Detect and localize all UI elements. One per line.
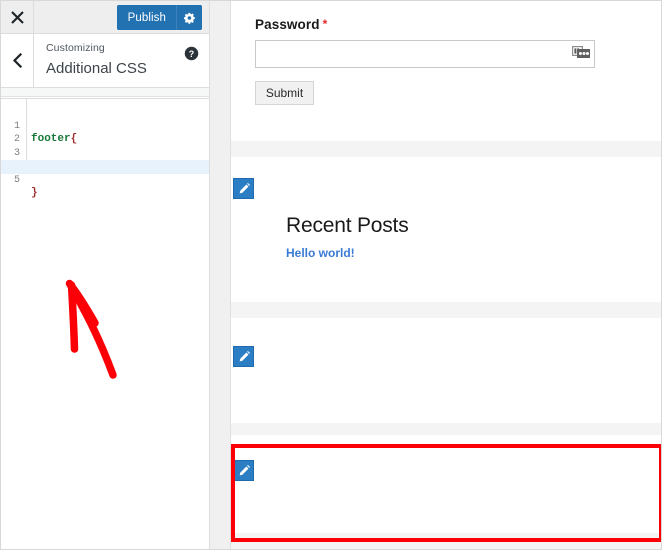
back-button[interactable]: [1, 34, 34, 87]
password-form-section: Password* Submit: [231, 1, 661, 141]
additional-css-editor[interactable]: 1 footer{ 2 3 display:none; 4 5: [1, 98, 209, 550]
preview-gutter: [210, 1, 231, 549]
panel-title-group: Customizing Additional CSS: [46, 42, 147, 79]
edit-widget-button[interactable]: [233, 460, 254, 481]
gear-icon: [184, 12, 196, 24]
publish-button[interactable]: Publish: [117, 5, 176, 30]
password-field[interactable]: [256, 41, 594, 67]
section-spacer: [231, 423, 661, 435]
customizer-topbar: Publish: [1, 1, 209, 34]
line-number: 5: [1, 174, 20, 188]
panel-eyebrow: Customizing: [46, 42, 147, 55]
code-line[interactable]: 2: [1, 120, 209, 134]
close-customizer-button[interactable]: [1, 1, 34, 33]
pencil-icon: [238, 183, 250, 195]
code-area[interactable]: 1 footer{ 2 3 display:none; 4 5: [1, 99, 209, 174]
widget-title: Recent Posts: [286, 214, 661, 238]
help-circle-icon[interactable]: ?: [184, 46, 199, 61]
sidebar-divider: [1, 88, 209, 97]
edit-widget-button[interactable]: [233, 178, 254, 199]
close-icon: [11, 11, 24, 24]
submit-button[interactable]: Submit: [255, 81, 314, 105]
panel-header: Customizing Additional CSS ?: [1, 34, 209, 88]
password-input[interactable]: [255, 40, 595, 68]
code-line[interactable]: 4: [1, 147, 209, 161]
svg-text:?: ?: [189, 49, 194, 59]
page-title: Additional CSS: [46, 59, 147, 79]
chevron-left-icon: [12, 53, 23, 68]
site-preview: Password* Submit: [231, 1, 661, 549]
publish-group: Publish: [117, 5, 202, 30]
widget-post-link[interactable]: Hello world!: [286, 246, 661, 260]
code-line[interactable]: 3 display:none;: [1, 133, 209, 147]
widget-empty-1: [231, 318, 661, 423]
code-line-active[interactable]: 5 }: [1, 160, 209, 174]
red-arrow-annotation: [51, 271, 131, 391]
section-spacer: [231, 141, 661, 157]
section-spacer: [231, 533, 661, 543]
password-label: Password*: [255, 17, 661, 32]
customizer-screen: Publish Customizing: [0, 0, 662, 550]
pencil-icon: [238, 465, 250, 477]
password-manager-icon[interactable]: [572, 45, 591, 62]
publish-settings-button[interactable]: [176, 5, 202, 30]
password-label-text: Password: [255, 17, 320, 32]
section-spacer: [231, 302, 661, 318]
code-content: }: [31, 187, 38, 201]
required-indicator: *: [323, 17, 328, 31]
widget-empty-2: [231, 435, 661, 533]
edit-widget-button[interactable]: [233, 346, 254, 367]
customizer-sidebar: Publish Customizing: [1, 1, 210, 550]
pencil-icon: [238, 351, 250, 363]
code-line[interactable]: 1 footer{: [1, 106, 209, 120]
css-closing-brace: }: [31, 187, 38, 199]
widget-recent-posts: Recent Posts Hello world!: [231, 157, 661, 302]
